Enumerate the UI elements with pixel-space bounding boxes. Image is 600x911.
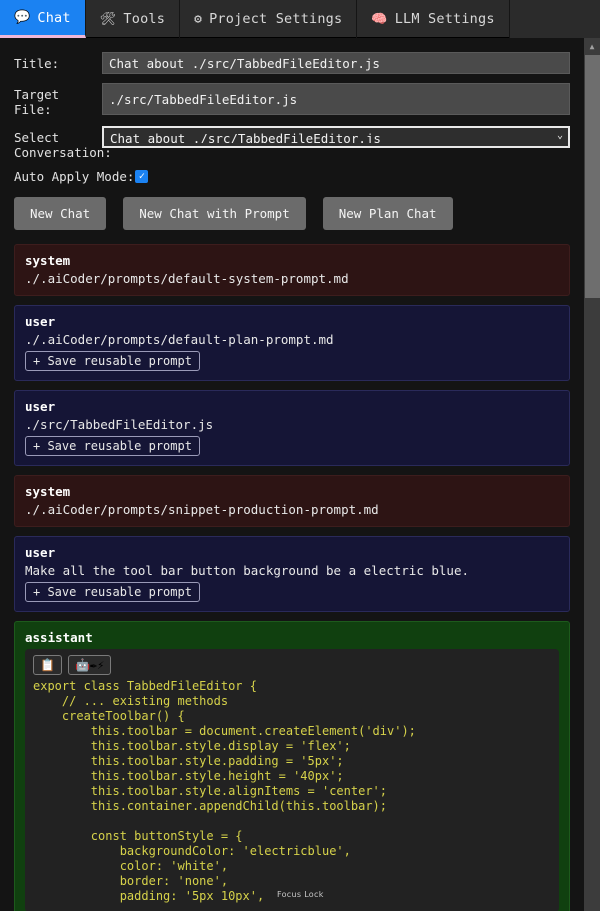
title-input[interactable] — [102, 52, 570, 74]
scrollbar-thumb[interactable] — [585, 55, 600, 298]
target-file-label: Target File: — [14, 87, 60, 117]
brain-icon: 🧠 — [371, 11, 388, 27]
message-card-user: user ./src/TabbedFileEditor.js + Save re… — [14, 390, 570, 466]
code-content: export class TabbedFileEditor { // ... e… — [33, 679, 416, 903]
auto-apply-mode-row: Auto Apply Mode: ✓ — [14, 169, 570, 184]
message-text: ./.aiCoder/prompts/default-plan-prompt.m… — [25, 332, 334, 347]
message-card-system: system ./.aiCoder/prompts/default-system… — [14, 244, 570, 296]
tab-bar: 💬 Chat 🛠 Tools ⚙ Project Settings 🧠 LLM … — [0, 0, 600, 38]
message-card-assistant: assistant 📋 🤖✒⚡ export class TabbedFileE… — [14, 621, 570, 911]
apply-code-button[interactable]: 🤖✒⚡ — [67, 655, 112, 675]
auto-apply-mode-checkbox[interactable]: ✓ — [135, 170, 149, 183]
new-chat-button[interactable]: New Chat — [14, 197, 107, 230]
tab-project-settings[interactable]: ⚙ Project Settings — [180, 0, 358, 38]
select-conversation-dropdown[interactable]: Chat about ./src/TabbedFileEditor.js — [102, 126, 570, 148]
tab-project-settings-label: Project Settings — [209, 11, 343, 27]
tab-tools[interactable]: 🛠 Tools — [86, 0, 181, 38]
message-text: Make all the tool bar button background … — [25, 563, 470, 578]
tab-chat-label: Chat — [37, 9, 71, 26]
title-label: Title: — [14, 56, 60, 71]
select-conversation-wrap: Chat about ./src/TabbedFileEditor.js ⌄ — [102, 126, 570, 148]
message-card-system: system ./.aiCoder/prompts/snippet-produc… — [14, 475, 570, 527]
tab-llm-settings[interactable]: 🧠 LLM Settings — [357, 0, 510, 38]
message-role: system — [25, 253, 71, 268]
code-block-toolbar: 📋 🤖✒⚡ — [33, 655, 551, 675]
message-card-user: user Make all the tool bar button backgr… — [14, 536, 570, 612]
tab-chat[interactable]: 💬 Chat — [0, 0, 86, 38]
tab-tools-label: Tools — [123, 11, 166, 27]
tools-icon: 🛠 — [99, 11, 117, 27]
app-window: 💬 Chat 🛠 Tools ⚙ Project Settings 🧠 LLM … — [0, 0, 600, 911]
save-reusable-prompt-button[interactable]: + Save reusable prompt — [25, 351, 200, 371]
new-plan-chat-button[interactable]: New Plan Chat — [322, 197, 453, 230]
robot-pencil-lightning-icon: 🤖✒⚡ — [74, 658, 105, 672]
copy-code-button[interactable]: 📋 — [33, 655, 62, 675]
message-text: ./src/TabbedFileEditor.js — [25, 417, 214, 432]
gear-icon: ⚙ — [194, 11, 203, 27]
title-row: Title: — [14, 52, 570, 74]
message-role: system — [25, 484, 71, 499]
save-reusable-prompt-button[interactable]: + Save reusable prompt — [25, 582, 200, 602]
new-chat-with-prompt-button[interactable]: New Chat with Prompt — [123, 197, 306, 230]
select-conversation-label: Select Conversation: — [14, 130, 112, 160]
message-role: user — [25, 399, 56, 414]
code-block: 📋 🤖✒⚡ export class TabbedFileEditor { //… — [25, 649, 559, 911]
message-text: ./.aiCoder/prompts/snippet-production-pr… — [25, 502, 379, 517]
auto-apply-mode-label: Auto Apply Mode: — [14, 169, 135, 184]
message-role: user — [25, 545, 56, 560]
message-role: user — [25, 314, 56, 329]
target-file-row: Target File: — [14, 83, 570, 117]
chat-panel: Title: Target File: Select Conversation:… — [0, 38, 584, 911]
scroll-up-arrow-icon[interactable]: ▲ — [584, 38, 600, 55]
target-file-input[interactable] — [102, 83, 570, 115]
tab-llm-settings-label: LLM Settings — [394, 11, 495, 27]
save-reusable-prompt-button[interactable]: + Save reusable prompt — [25, 436, 200, 456]
message-text: ./.aiCoder/prompts/default-system-prompt… — [25, 271, 349, 286]
select-conversation-row: Select Conversation: Chat about ./src/Ta… — [14, 126, 570, 160]
speech-bubble-icon: 💬 — [14, 10, 31, 25]
message-role: assistant — [25, 630, 93, 645]
chat-actions: New Chat New Chat with Prompt New Plan C… — [14, 197, 570, 230]
tab-bar-filler — [509, 0, 600, 38]
clipboard-icon: 📋 — [40, 658, 55, 672]
vertical-scrollbar[interactable]: ▲ — [584, 38, 600, 911]
message-card-user: user ./.aiCoder/prompts/default-plan-pro… — [14, 305, 570, 381]
